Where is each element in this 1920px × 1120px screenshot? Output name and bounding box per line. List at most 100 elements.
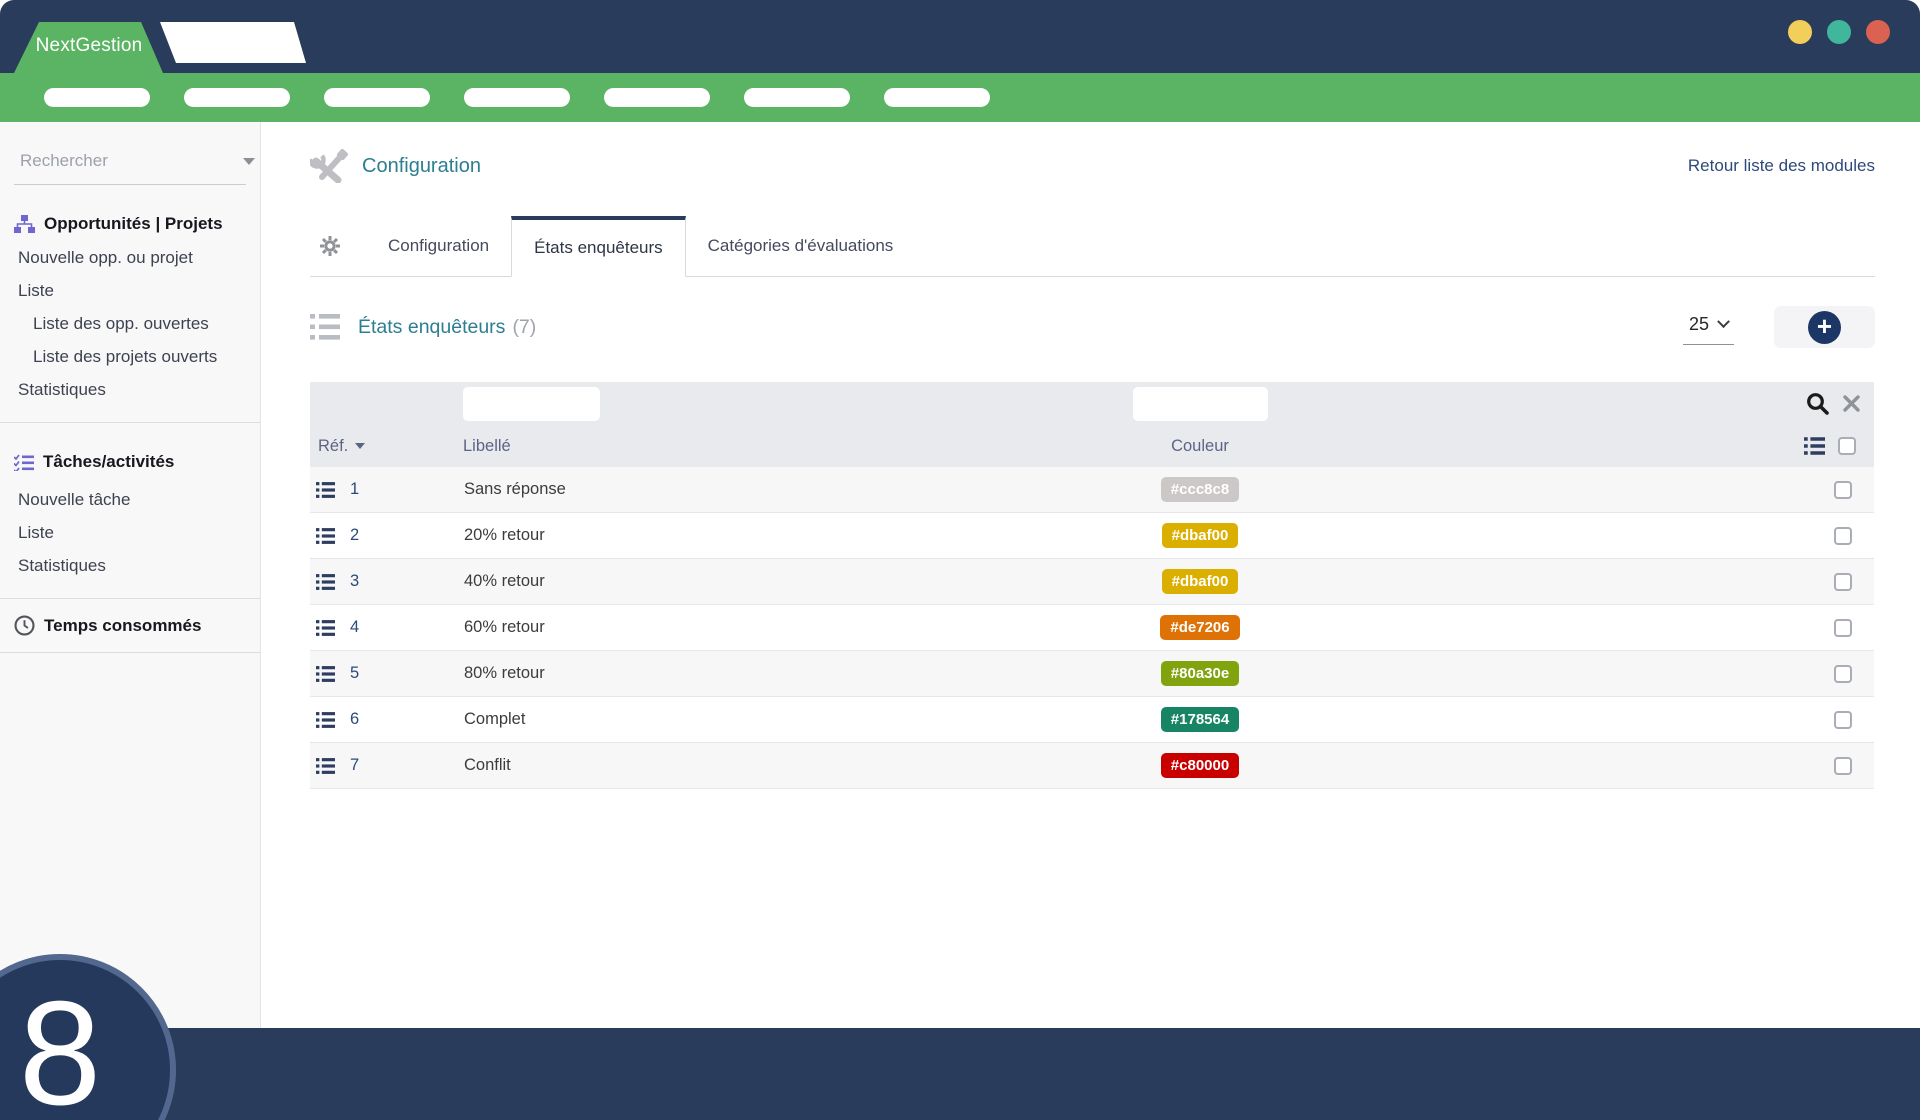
row-menu-icon[interactable]: [316, 712, 335, 728]
row-menu-icon[interactable]: [316, 666, 335, 682]
close-icon[interactable]: [1843, 395, 1860, 412]
column-header-ref[interactable]: Réf.: [310, 437, 460, 456]
column-header-libelle[interactable]: Libellé: [460, 437, 1035, 456]
plus-icon: +: [1808, 311, 1841, 344]
sidebar-item-liste-projets-ouverts[interactable]: Liste des projets ouverts: [0, 340, 260, 373]
nav-menu-placeholder[interactable]: [604, 88, 710, 107]
sidebar-section-opportunites[interactable]: Opportunités | Projets: [0, 214, 260, 234]
sidebar-item-statistiques-opp[interactable]: Statistiques: [0, 373, 260, 406]
nav-menu-placeholder[interactable]: [744, 88, 850, 107]
row-checkbox[interactable]: [1834, 619, 1852, 637]
sidebar-section-title: Temps consommés: [44, 616, 201, 636]
row-label: 60% retour: [460, 618, 1035, 637]
row-label: Sans réponse: [460, 480, 1035, 499]
search-input[interactable]: [18, 150, 243, 172]
filter-couleur-input[interactable]: [1133, 387, 1268, 421]
title-bar: NextGestion: [0, 0, 1920, 73]
row-menu-icon[interactable]: [316, 482, 335, 498]
sidebar-item-liste-opp[interactable]: Liste: [0, 274, 260, 307]
row-menu-icon[interactable]: [316, 574, 335, 590]
sidebar-item-liste-opp-ouvertes[interactable]: Liste des opp. ouvertes: [0, 307, 260, 340]
row-ref-link[interactable]: 6: [350, 710, 359, 729]
color-badge: #de7206: [1160, 615, 1239, 640]
app-window: NextGestion Opport: [0, 0, 1920, 1120]
tab-configuration[interactable]: Configuration: [366, 216, 511, 276]
tab-categories-evaluations[interactable]: Catégories d'évaluations: [686, 216, 916, 276]
row-ref-link[interactable]: 7: [350, 756, 359, 775]
table-filter-row: [310, 382, 1874, 425]
clock-icon: [14, 615, 35, 636]
row-menu-icon[interactable]: [316, 758, 335, 774]
tab-etats-enqueteurs[interactable]: États enquêteurs: [511, 216, 686, 277]
filter-libelle-input[interactable]: [463, 387, 600, 421]
list-title: États enquêteurs: [358, 316, 505, 339]
page-number: 8: [19, 980, 101, 1120]
row-checkbox[interactable]: [1834, 573, 1852, 591]
tab-strip: Configuration États enquêteurs Catégorie…: [310, 216, 1875, 277]
nav-menu-placeholder[interactable]: [464, 88, 570, 107]
nav-menu-placeholder[interactable]: [884, 88, 990, 107]
window-controls: [1788, 20, 1890, 44]
sort-desc-icon: [355, 443, 365, 449]
table-row: 6 Complet #178564: [310, 697, 1874, 743]
page-size-select[interactable]: 25: [1683, 310, 1734, 345]
row-menu-icon[interactable]: [316, 620, 335, 636]
main-nav-bar: [0, 73, 1920, 122]
sidebar-item-nouvelle-opp[interactable]: Nouvelle opp. ou projet: [0, 241, 260, 274]
row-checkbox[interactable]: [1834, 711, 1852, 729]
nav-menu-placeholder[interactable]: [324, 88, 430, 107]
color-badge: #178564: [1161, 707, 1239, 732]
row-checkbox[interactable]: [1834, 665, 1852, 683]
back-to-modules-link[interactable]: Retour liste des modules: [1688, 156, 1875, 176]
select-all-checkbox[interactable]: [1838, 437, 1856, 455]
gear-icon: [320, 236, 340, 256]
add-button[interactable]: +: [1774, 306, 1875, 348]
nav-menu-placeholder[interactable]: [184, 88, 290, 107]
sidebar-section-taches[interactable]: Tâches/activités: [0, 452, 260, 472]
table-row: 1 Sans réponse #ccc8c8: [310, 467, 1874, 513]
table-row: 2 20% retour #dbaf00: [310, 513, 1874, 559]
list-count: (7): [512, 316, 536, 339]
window-dot-red[interactable]: [1866, 20, 1890, 44]
brand-name: NextGestion: [36, 35, 143, 61]
row-label: Conflit: [460, 756, 1035, 775]
list-icon: [310, 314, 340, 340]
sidebar-item-liste-taches[interactable]: Liste: [0, 516, 260, 549]
sidebar-section-title: Tâches/activités: [43, 452, 174, 472]
sidebar-item-nouvelle-tache[interactable]: Nouvelle tâche: [0, 483, 260, 516]
row-label: Complet: [460, 710, 1035, 729]
sidebar-divider: [0, 422, 260, 423]
row-ref-link[interactable]: 4: [350, 618, 359, 637]
color-badge: #80a30e: [1161, 661, 1239, 686]
window-dot-green[interactable]: [1827, 20, 1851, 44]
table-row: 3 40% retour #dbaf00: [310, 559, 1874, 605]
row-ref-link[interactable]: 1: [350, 480, 359, 499]
nav-menu-placeholder[interactable]: [44, 88, 150, 107]
sidebar-item-statistiques-taches[interactable]: Statistiques: [0, 549, 260, 582]
row-label: 80% retour: [460, 664, 1035, 683]
row-checkbox[interactable]: [1834, 757, 1852, 775]
color-badge: #dbaf00: [1162, 523, 1239, 548]
page-size-value: 25: [1689, 314, 1709, 335]
main-content: Configuration Retour liste des modules C…: [261, 122, 1920, 1028]
row-checkbox[interactable]: [1834, 481, 1852, 499]
active-window-tab[interactable]: [160, 22, 306, 63]
window-dot-yellow[interactable]: [1788, 20, 1812, 44]
list-icon[interactable]: [1804, 437, 1825, 455]
chevron-down-icon[interactable]: [243, 158, 255, 165]
table-header-row: Réf. Libellé Couleur: [310, 425, 1874, 467]
sidebar-search: [14, 144, 246, 185]
etats-table: Réf. Libellé Couleur: [310, 382, 1874, 789]
row-ref-link[interactable]: 5: [350, 664, 359, 683]
sidebar-section-temps[interactable]: Temps consommés: [0, 615, 260, 636]
row-menu-icon[interactable]: [316, 528, 335, 544]
row-checkbox[interactable]: [1834, 527, 1852, 545]
column-header-couleur[interactable]: Couleur: [1035, 437, 1365, 456]
color-badge: #dbaf00: [1162, 569, 1239, 594]
row-ref-link[interactable]: 3: [350, 572, 359, 591]
color-badge: #ccc8c8: [1161, 477, 1239, 502]
list-header: États enquêteurs (7) 25 +: [310, 304, 1875, 350]
table-row: 5 80% retour #80a30e: [310, 651, 1874, 697]
row-ref-link[interactable]: 2: [350, 526, 359, 545]
search-icon[interactable]: [1806, 392, 1829, 415]
